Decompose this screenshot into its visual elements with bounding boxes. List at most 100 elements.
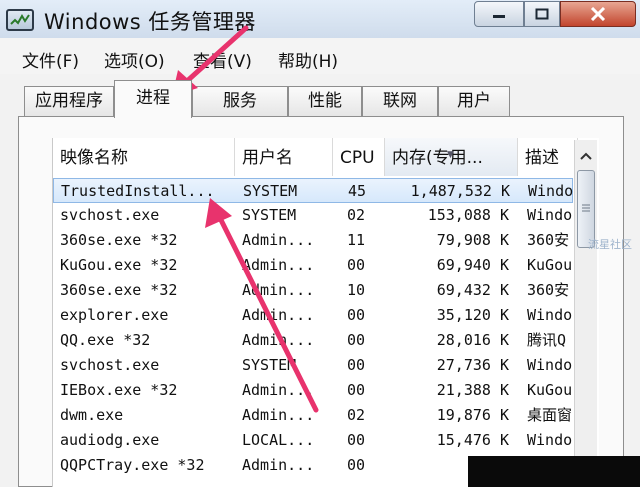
process-cpu: 00 (346, 356, 365, 374)
process-cpu: 02 (346, 406, 365, 424)
process-row[interactable]: audiodg.exe LOCAL... 00 15,476 K Windo (53, 428, 573, 453)
column-cpu[interactable]: CPU (333, 138, 385, 176)
process-row[interactable]: KuGou.exe *32 Admin... 00 69,940 K KuGou (53, 253, 573, 278)
process-memory: 28,016 K (436, 331, 509, 349)
process-user: Admin... (242, 231, 315, 249)
window-title: Windows 任务管理器 (44, 10, 256, 34)
process-description: 腾讯Q (527, 331, 567, 349)
minimize-button[interactable] (474, 1, 524, 27)
process-memory: 21,388 K (436, 381, 509, 399)
tab-services[interactable]: 服务 (192, 86, 288, 116)
process-user: SYSTEM (242, 206, 297, 224)
process-name: dwm.exe (60, 406, 124, 424)
tab-processes[interactable]: 进程 (114, 80, 192, 118)
process-cpu: 00 (346, 306, 365, 324)
process-name: 360se.exe *32 (60, 231, 178, 249)
process-description: Windo (527, 306, 573, 324)
process-memory: 69,432 K (436, 281, 509, 299)
sort-descending-icon: ▼ (447, 150, 454, 160)
process-row[interactable]: explorer.exe Admin... 00 35,120 K Windo (53, 303, 573, 328)
process-cpu: 00 (346, 256, 365, 274)
process-user: Admin... (242, 306, 315, 324)
process-cpu: 11 (346, 231, 365, 249)
process-description: Windo (527, 356, 573, 374)
process-row[interactable]: svchost.exe SYSTEM 00 27,736 K Windo (53, 353, 573, 378)
column-memory-label: 内存(专用... (392, 148, 483, 168)
menu-options[interactable]: 选项(O) (104, 47, 165, 72)
process-description: Windo (528, 182, 574, 200)
process-description: KuGou (527, 381, 573, 399)
watermark: 流星社区 (588, 238, 632, 251)
process-row[interactable]: 360se.exe *32 Admin... 10 69,432 K 360安 (53, 278, 573, 303)
process-cpu: 00 (346, 331, 365, 349)
process-name: explorer.exe (60, 306, 169, 324)
minimize-icon (493, 15, 505, 18)
process-row[interactable]: dwm.exe Admin... 02 19,876 K 桌面窗 (53, 403, 573, 428)
close-button[interactable] (560, 1, 636, 27)
close-icon (590, 7, 606, 21)
process-name: TrustedInstall... (61, 182, 215, 200)
scroll-up-icon (580, 152, 592, 160)
process-description: KuGou (527, 256, 573, 274)
menu-bar: 文件(F) 选项(O) 查看(V) 帮助(H) (0, 38, 640, 74)
process-user: Admin... (242, 331, 315, 349)
column-user-name[interactable]: 用户名 (235, 138, 333, 176)
process-cpu: 00 (346, 431, 365, 449)
process-memory: 35,120 K (436, 306, 509, 324)
maximize-button[interactable] (524, 1, 560, 27)
process-user: Admin... (242, 256, 315, 274)
process-name: QQPCTray.exe *32 (60, 456, 205, 474)
tab-applications[interactable]: 应用程序 (24, 86, 114, 116)
process-memory: 79,908 K (436, 231, 509, 249)
process-row[interactable]: TrustedInstall... SYSTEM 45 1,487,532 K Wind… (53, 178, 573, 203)
process-name: audiodg.exe (60, 431, 160, 449)
process-cpu: 45 (347, 182, 366, 200)
process-cpu: 00 (346, 381, 365, 399)
process-memory: 1,487,532 K (410, 182, 510, 200)
process-user: Admin... (242, 381, 315, 399)
process-description: Windo (527, 431, 573, 449)
menu-help[interactable]: 帮助(H) (278, 47, 338, 72)
process-memory: 27,736 K (436, 356, 509, 374)
process-row[interactable]: svchost.exe SYSTEM 02 153,088 K Windo (53, 203, 573, 228)
process-name: QQ.exe *32 (60, 331, 151, 349)
column-image-name[interactable]: 映像名称 (53, 138, 235, 176)
process-name: IEBox.exe *32 (60, 381, 178, 399)
tab-performance[interactable]: 性能 (288, 86, 362, 116)
menu-file[interactable]: 文件(F) (22, 47, 79, 72)
process-description: 360安 (527, 281, 570, 299)
scroll-up-button[interactable] (575, 144, 597, 168)
process-cpu: 00 (346, 456, 365, 474)
tab-networking[interactable]: 联网 (362, 86, 438, 116)
process-row[interactable]: IEBox.exe *32 Admin... 00 21,388 K KuGou (53, 378, 573, 403)
process-user: Admin... (242, 406, 315, 424)
process-user: SYSTEM (243, 182, 298, 200)
process-list[interactable]: 映像名称 用户名 CPU ▼ 内存(专用... 描述 TrustedInstal… (52, 138, 599, 487)
process-name: 360se.exe *32 (60, 281, 178, 299)
process-memory: 15,476 K (436, 431, 509, 449)
process-user: Admin... (242, 456, 315, 474)
process-cpu: 10 (346, 281, 365, 299)
process-row[interactable]: QQ.exe *32 Admin... 00 28,016 K 腾讯Q (53, 328, 573, 353)
process-row[interactable]: 360se.exe *32 Admin... 11 79,908 K 360安 (53, 228, 573, 253)
menu-view[interactable]: 查看(V) (193, 47, 252, 72)
process-description: 桌面窗 (527, 406, 573, 424)
process-name: KuGou.exe *32 (60, 256, 178, 274)
vertical-scrollbar[interactable] (574, 140, 597, 487)
process-cpu: 02 (346, 206, 365, 224)
process-memory: 19,876 K (436, 406, 509, 424)
process-user: LOCAL... (242, 431, 315, 449)
process-user: Admin... (242, 281, 315, 299)
process-name: svchost.exe (60, 356, 160, 374)
process-description: Windo (527, 206, 573, 224)
process-description: 360安 (527, 231, 570, 249)
tab-users[interactable]: 用户 (438, 86, 510, 116)
process-name: svchost.exe (60, 206, 160, 224)
process-memory: 69,940 K (436, 256, 509, 274)
title-bar[interactable]: Windows 任务管理器 (0, 0, 640, 39)
maximize-icon (535, 8, 549, 20)
column-memory[interactable]: ▼ 内存(专用... (385, 138, 518, 176)
task-manager-icon (6, 9, 34, 31)
column-description[interactable]: 描述 (518, 138, 578, 176)
process-user: SYSTEM (242, 356, 297, 374)
